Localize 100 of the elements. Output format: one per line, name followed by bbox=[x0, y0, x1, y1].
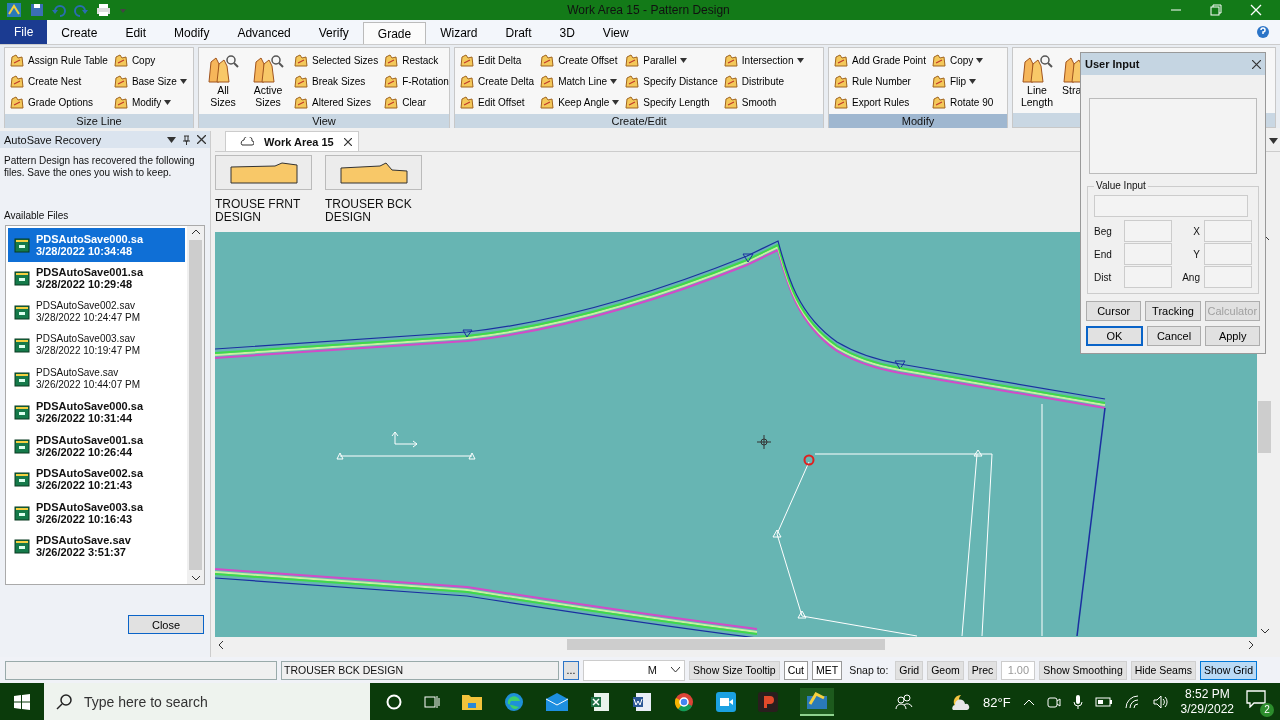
input-field[interactable] bbox=[1204, 243, 1252, 265]
dialog-button[interactable]: Cursor bbox=[1086, 301, 1142, 321]
video-call-icon[interactable] bbox=[716, 692, 736, 712]
close-icon[interactable] bbox=[197, 135, 206, 144]
ribbon-button[interactable]: Specify Distance bbox=[623, 71, 719, 91]
file-list-item[interactable]: PDSAutoSave.sav 3/26/2022 10:44:07 PM bbox=[8, 362, 185, 396]
ribbon-button[interactable]: Match Line bbox=[538, 71, 621, 91]
ribbon-tab[interactable]: Verify bbox=[304, 22, 363, 44]
ribbon-button[interactable]: Clear bbox=[382, 92, 450, 112]
taskbar-search-field[interactable]: Type here to search bbox=[44, 683, 370, 720]
clock-date[interactable]: 3/29/2022 bbox=[1180, 702, 1234, 717]
ribbon-button[interactable]: Add Grade Point bbox=[832, 50, 927, 70]
input-field[interactable] bbox=[1124, 220, 1172, 242]
ribbon-tab[interactable]: Grade bbox=[362, 22, 427, 44]
work-area-tab[interactable]: Work Area 15 bbox=[225, 131, 359, 151]
presentation-icon[interactable] bbox=[758, 692, 778, 712]
ribbon-tab[interactable]: Draft bbox=[491, 22, 546, 44]
ribbon-button[interactable]: Copy bbox=[929, 50, 995, 70]
input-field[interactable] bbox=[1204, 266, 1252, 288]
folder-icon[interactable] bbox=[462, 693, 482, 711]
input-field[interactable] bbox=[1124, 243, 1172, 265]
spreadsheet-icon[interactable] bbox=[590, 692, 610, 712]
ribbon-tab[interactable]: Advanced bbox=[223, 22, 305, 44]
ribbon-tab[interactable]: Edit bbox=[111, 22, 161, 44]
pin-icon[interactable] bbox=[183, 134, 190, 145]
more-button[interactable]: ... bbox=[563, 660, 579, 680]
chevron-up-icon[interactable] bbox=[1022, 698, 1035, 706]
toggle-button[interactable]: Show Size Tooltip bbox=[689, 660, 780, 680]
close-icon[interactable] bbox=[343, 137, 352, 146]
file-list-item[interactable]: PDSAutoSave001.sa 3/26/2022 10:26:44 bbox=[8, 429, 185, 463]
ribbon-tab[interactable]: Create bbox=[47, 22, 112, 44]
ribbon-button[interactable]: Create Nest bbox=[8, 71, 109, 91]
file-list-item[interactable]: PDSAutoSave003.sav 3/28/2022 10:19:47 PM bbox=[8, 328, 185, 362]
ribbon-button[interactable]: Copy bbox=[111, 50, 188, 70]
file-list-item[interactable]: PDSAutoSave002.sav 3/28/2022 10:24:47 PM bbox=[8, 295, 185, 329]
speaker-icon[interactable] bbox=[1152, 695, 1169, 709]
help-icon[interactable] bbox=[1256, 25, 1270, 39]
ribbon-button[interactable]: Specify Length bbox=[623, 92, 719, 112]
toggle-button[interactable]: Geom bbox=[927, 660, 964, 680]
app-logo-icon[interactable] bbox=[6, 2, 22, 18]
file-list-item[interactable]: PDSAutoSave001.sa 3/28/2022 10:29:48 bbox=[8, 261, 185, 295]
ribbon-button[interactable]: Rotate 90 bbox=[929, 92, 995, 112]
ribbon-button[interactable]: Flip bbox=[929, 71, 995, 91]
ribbon-button[interactable]: Modify bbox=[111, 92, 188, 112]
file-list-item[interactable]: PDSAutoSave003.sa 3/26/2022 10:16:43 bbox=[8, 496, 185, 530]
people-icon[interactable] bbox=[895, 694, 913, 710]
toggle-button[interactable]: Prec bbox=[967, 660, 998, 680]
ribbon-tab[interactable]: Modify bbox=[160, 22, 224, 44]
mail-icon[interactable] bbox=[546, 693, 568, 711]
file-list-item[interactable]: PDSAutoSave.sav 3/26/2022 3:51:37 bbox=[8, 529, 185, 563]
mode-button[interactable]: Cut bbox=[783, 660, 809, 680]
ribbon-button[interactable]: Intersection bbox=[721, 50, 805, 70]
scrollbar-thumb[interactable] bbox=[567, 639, 885, 650]
task-view-icon[interactable] bbox=[424, 694, 440, 710]
scrollbar-thumb[interactable] bbox=[1258, 401, 1271, 453]
dialog-button[interactable]: Apply bbox=[1205, 326, 1260, 346]
piece-thumbnail[interactable] bbox=[215, 155, 312, 190]
save-icon[interactable] bbox=[30, 3, 44, 17]
restore-icon[interactable] bbox=[1210, 4, 1222, 16]
dialog-button[interactable]: OK bbox=[1086, 326, 1143, 346]
ribbon-button[interactable]: Base Size bbox=[111, 71, 188, 91]
wifi-icon[interactable] bbox=[1124, 695, 1141, 709]
mode-button[interactable]: MET bbox=[812, 660, 843, 680]
file-list-item[interactable]: PDSAutoSave002.sa 3/26/2022 10:21:43 bbox=[8, 462, 185, 496]
toggle-button[interactable]: Hide Seams bbox=[1130, 660, 1196, 680]
scrollbar-thumb[interactable] bbox=[189, 240, 202, 570]
input-field[interactable] bbox=[1124, 266, 1172, 288]
dialog-button[interactable]: Cancel bbox=[1146, 326, 1202, 346]
toggle-button[interactable]: Grid bbox=[895, 660, 924, 680]
ribbon-button[interactable]: Break Sizes bbox=[292, 71, 380, 91]
toggle-button[interactable]: Show Grid bbox=[1199, 660, 1257, 680]
ribbon-button[interactable]: Rule Number bbox=[832, 71, 927, 91]
ribbon-button[interactable]: Assign Rule Table bbox=[8, 50, 109, 70]
ribbon-button[interactable]: Export Rules bbox=[832, 92, 927, 112]
ribbon-button[interactable]: All Sizes bbox=[202, 50, 244, 110]
ribbon-button[interactable]: Active Sizes bbox=[247, 50, 289, 110]
close-icon[interactable] bbox=[1252, 59, 1261, 69]
dropdown-caret-icon[interactable] bbox=[1269, 138, 1278, 144]
ribbon-tab[interactable]: 3D bbox=[545, 22, 589, 44]
ribbon-button[interactable]: Restack bbox=[382, 50, 450, 70]
file-menu[interactable]: File bbox=[0, 20, 48, 44]
ribbon-button[interactable]: Line Length bbox=[1016, 50, 1058, 110]
notification-icon[interactable] bbox=[1246, 690, 1266, 708]
ribbon-button[interactable]: Keep Angle bbox=[538, 92, 621, 112]
chrome-icon[interactable] bbox=[674, 692, 694, 712]
ribbon-button[interactable]: Edit Delta bbox=[458, 50, 536, 70]
ribbon-tab[interactable]: View bbox=[588, 22, 643, 44]
document-icon[interactable] bbox=[632, 692, 652, 712]
print-icon[interactable] bbox=[96, 3, 111, 17]
value-input-field[interactable] bbox=[1094, 195, 1248, 217]
ribbon-tab[interactable]: Wizard bbox=[426, 22, 492, 44]
ribbon-button[interactable]: Grade Options bbox=[8, 92, 109, 112]
camera-icon[interactable] bbox=[1046, 695, 1061, 709]
ribbon-button[interactable]: Altered Sizes bbox=[292, 92, 380, 112]
cortana-circle-icon[interactable] bbox=[386, 694, 402, 710]
ribbon-button[interactable]: Create Offset bbox=[538, 50, 621, 70]
dialog-button[interactable]: Tracking bbox=[1145, 301, 1201, 321]
windows-logo-icon[interactable] bbox=[14, 694, 30, 710]
toggle-button[interactable]: Show Smoothing bbox=[1039, 660, 1127, 680]
ribbon-button[interactable]: Distribute bbox=[721, 71, 805, 91]
